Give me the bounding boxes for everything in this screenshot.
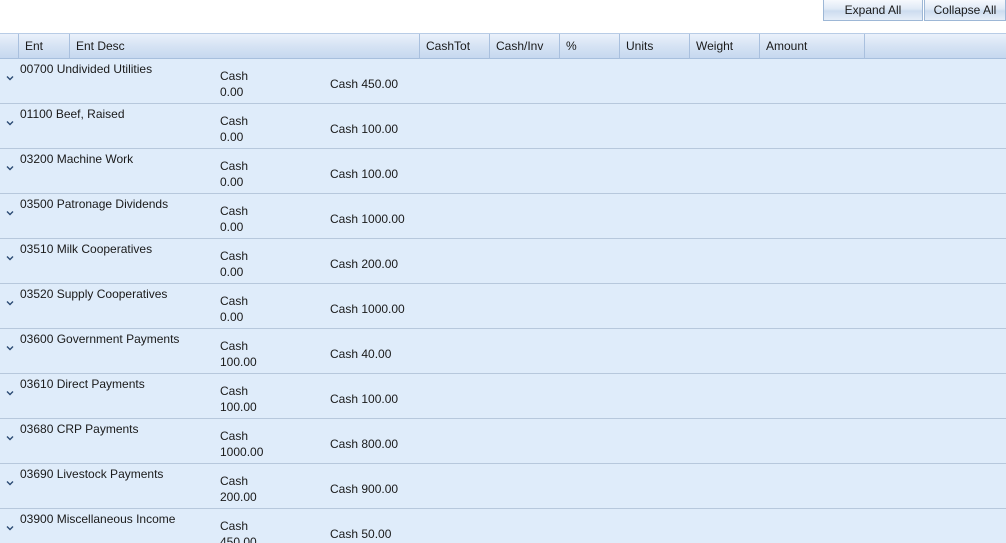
row-cash-type: Cash — [220, 384, 249, 398]
grid-header: Ent Ent Desc CashTot Cash/Inv % Units We… — [0, 33, 1006, 59]
row-title: 03600 Government Payments — [20, 332, 180, 346]
column-header-cash-inv[interactable]: Cash/Inv — [490, 34, 560, 59]
row-amount: Cash 1000.00 — [330, 212, 405, 226]
chevron-down-icon[interactable] — [5, 298, 15, 308]
row-cash-type: Cash — [220, 519, 249, 533]
column-header-percent[interactable]: % — [560, 34, 620, 59]
table-row[interactable]: 03500 Patronage Dividends Cash 0.00 Cash 10… — [0, 194, 1006, 239]
chevron-down-icon[interactable] — [5, 388, 15, 398]
table-row[interactable]: 03200 Machine Work Cash 0.00 Cash 100.00 — [0, 149, 1006, 194]
column-header-expander[interactable] — [0, 34, 19, 59]
row-cash-value: 0.00 — [220, 265, 244, 279]
column-header-amount[interactable]: Amount — [760, 34, 865, 59]
row-amount: Cash 100.00 — [330, 167, 399, 181]
row-title: 03680 CRP Payments — [20, 422, 139, 436]
table-row[interactable]: 03610 Direct Payments Cash 100.00 Cash 100.… — [0, 374, 1006, 419]
column-header-ent[interactable]: Ent — [19, 34, 70, 59]
row-title: 03520 Supply Cooperatives — [20, 287, 168, 301]
chevron-down-icon[interactable] — [5, 343, 15, 353]
row-cash-type: Cash — [220, 114, 249, 128]
chevron-down-icon[interactable] — [5, 73, 15, 83]
chevron-down-icon[interactable] — [5, 433, 15, 443]
column-header-weight[interactable]: Weight — [690, 34, 760, 59]
table-row[interactable]: 03690 Livestock Payments Cash 200.00 Cash 9… — [0, 464, 1006, 509]
table-row[interactable]: 03680 CRP Payments Cash 1000.00 Cash 800.00 — [0, 419, 1006, 464]
row-cash-type: Cash — [220, 294, 249, 308]
row-cash-value: 0.00 — [220, 310, 244, 324]
chevron-down-icon[interactable] — [5, 118, 15, 128]
row-cash-value: 450.00 — [220, 535, 257, 543]
toolbar: Expand All Collapse All — [0, 0, 1006, 32]
row-cash-type: Cash — [220, 204, 249, 218]
row-cash-value: 0.00 — [220, 175, 244, 189]
column-header-cashtot[interactable]: CashTot — [420, 34, 490, 59]
row-cash-type: Cash — [220, 339, 249, 353]
table-row[interactable]: 03520 Supply Cooperatives Cash 0.00 Cash 10… — [0, 284, 1006, 329]
row-title: 03690 Livestock Payments — [20, 467, 164, 481]
row-cash-type: Cash — [220, 69, 249, 83]
row-amount: Cash 200.00 — [330, 257, 399, 271]
table-row[interactable]: 01100 Beef, Raised Cash 0.00 Cash 100.00 — [0, 104, 1006, 149]
column-header-units[interactable]: Units — [620, 34, 690, 59]
collapse-all-button[interactable]: Collapse All — [924, 0, 1006, 21]
row-title: 00700 Undivided Utilities — [20, 62, 153, 76]
row-title: 03610 Direct Payments — [20, 377, 145, 391]
grid-body: 00700 Undivided Utilities Cash 0.00 Cash 45… — [0, 59, 1006, 543]
row-amount: Cash 100.00 — [330, 122, 399, 136]
column-header-ent-desc[interactable]: Ent Desc — [70, 34, 420, 59]
row-amount: Cash 900.00 — [330, 482, 399, 496]
row-cash-value: 1000.00 — [220, 445, 264, 459]
row-cash-value: 100.00 — [220, 355, 257, 369]
row-cash-type: Cash — [220, 249, 249, 263]
table-row[interactable]: 00700 Undivided Utilities Cash 0.00 Cash 45… — [0, 59, 1006, 104]
row-title: 03500 Patronage Dividends — [20, 197, 169, 211]
row-cash-type: Cash — [220, 474, 249, 488]
row-cash-value: 0.00 — [220, 85, 244, 99]
table-row[interactable]: 03900 Miscellaneous Income Cash 450.00 Cash… — [0, 509, 1006, 543]
chevron-down-icon[interactable] — [5, 208, 15, 218]
row-cash-value: 200.00 — [220, 490, 257, 504]
chevron-down-icon[interactable] — [5, 163, 15, 173]
table-row[interactable]: 03510 Milk Cooperatives Cash 0.00 Cash 200.… — [0, 239, 1006, 284]
row-amount: Cash 450.00 — [330, 77, 399, 91]
row-title: 01100 Beef, Raised — [20, 107, 125, 121]
row-amount: Cash 800.00 — [330, 437, 399, 451]
table-row[interactable]: 03600 Government Payments Cash 100.00 Cash … — [0, 329, 1006, 374]
row-cash-value: 0.00 — [220, 130, 244, 144]
row-amount: Cash 50.00 — [330, 527, 392, 541]
chevron-down-icon[interactable] — [5, 253, 15, 263]
row-cash-value: 0.00 — [220, 220, 244, 234]
row-cash-value: 100.00 — [220, 400, 257, 414]
expand-all-button[interactable]: Expand All — [823, 0, 923, 21]
row-cash-type: Cash — [220, 159, 249, 173]
row-cash-type: Cash — [220, 429, 249, 443]
row-amount: Cash 1000.00 — [330, 302, 405, 316]
row-amount: Cash 40.00 — [330, 347, 392, 361]
row-title: 03200 Machine Work — [20, 152, 134, 166]
chevron-down-icon[interactable] — [5, 523, 15, 533]
chevron-down-icon[interactable] — [5, 478, 15, 488]
row-amount: Cash 100.00 — [330, 392, 399, 406]
row-title: 03900 Miscellaneous Income — [20, 512, 176, 526]
row-title: 03510 Milk Cooperatives — [20, 242, 153, 256]
